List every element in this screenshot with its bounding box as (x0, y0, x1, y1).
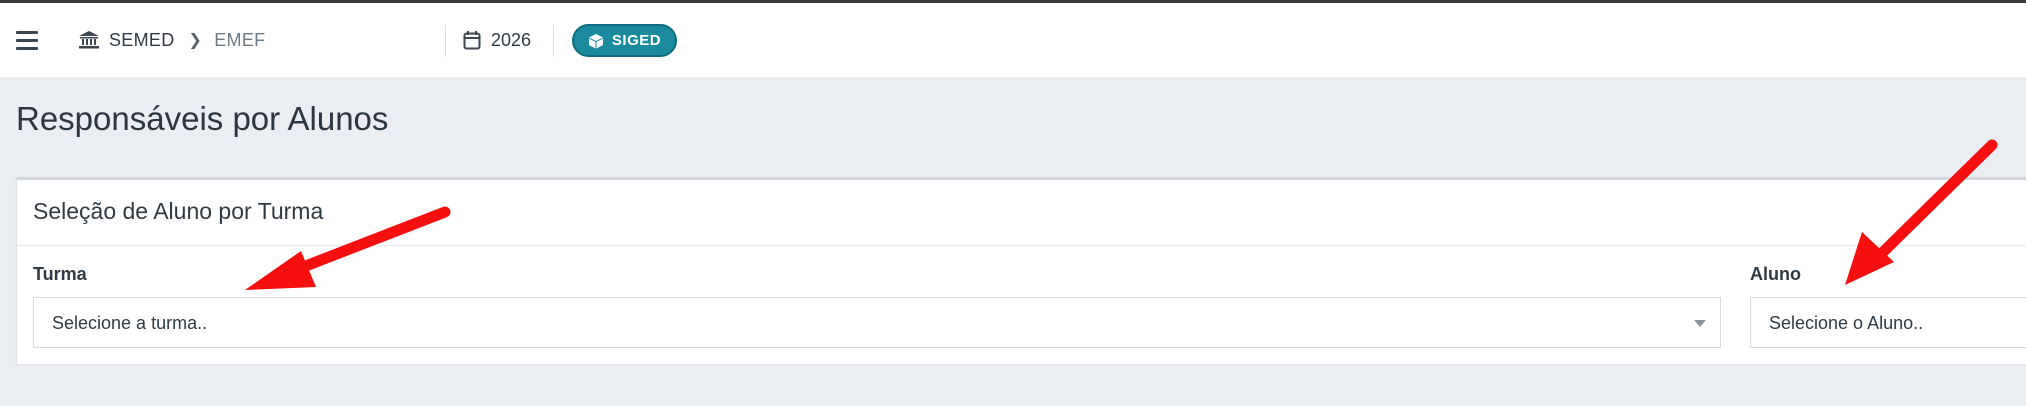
dropdown-caret-icon[interactable] (1694, 320, 1706, 327)
turma-select[interactable]: Selecione a turma.. (33, 297, 1721, 348)
aluno-label: Aluno (1750, 264, 1801, 284)
calendar-icon (463, 31, 481, 50)
header-divider (445, 25, 446, 57)
chevron-right-icon: ❯ (188, 32, 203, 49)
top-bar: SEMED ❯ EMEF 2026 SIGED (0, 3, 2026, 77)
student-selection-card: Seleção de Aluno por Turma Turma Selecio… (16, 177, 2026, 364)
breadcrumb: SEMED ❯ EMEF (79, 28, 265, 52)
system-badge-label: SIGED (611, 32, 662, 49)
turma-label: Turma (33, 264, 87, 284)
header-divider (553, 25, 554, 57)
breadcrumb-root[interactable]: SEMED (109, 30, 175, 51)
aluno-select[interactable]: Selecione o Aluno.. (1750, 297, 2026, 348)
breadcrumb-current[interactable]: EMEF (214, 30, 265, 51)
institution-icon (79, 31, 99, 49)
year-value: 2026 (491, 29, 532, 50)
turma-select-placeholder: Selecione a turma.. (52, 313, 208, 333)
menu-icon[interactable] (16, 31, 38, 50)
cube-icon (588, 33, 603, 48)
aluno-select-placeholder: Selecione o Aluno.. (1769, 313, 1924, 333)
year-selector[interactable]: 2026 (463, 28, 531, 52)
card-title: Seleção de Aluno por Turma (17, 180, 2026, 246)
page-title: Responsáveis por Alunos (16, 100, 389, 137)
system-badge[interactable]: SIGED (572, 24, 677, 57)
